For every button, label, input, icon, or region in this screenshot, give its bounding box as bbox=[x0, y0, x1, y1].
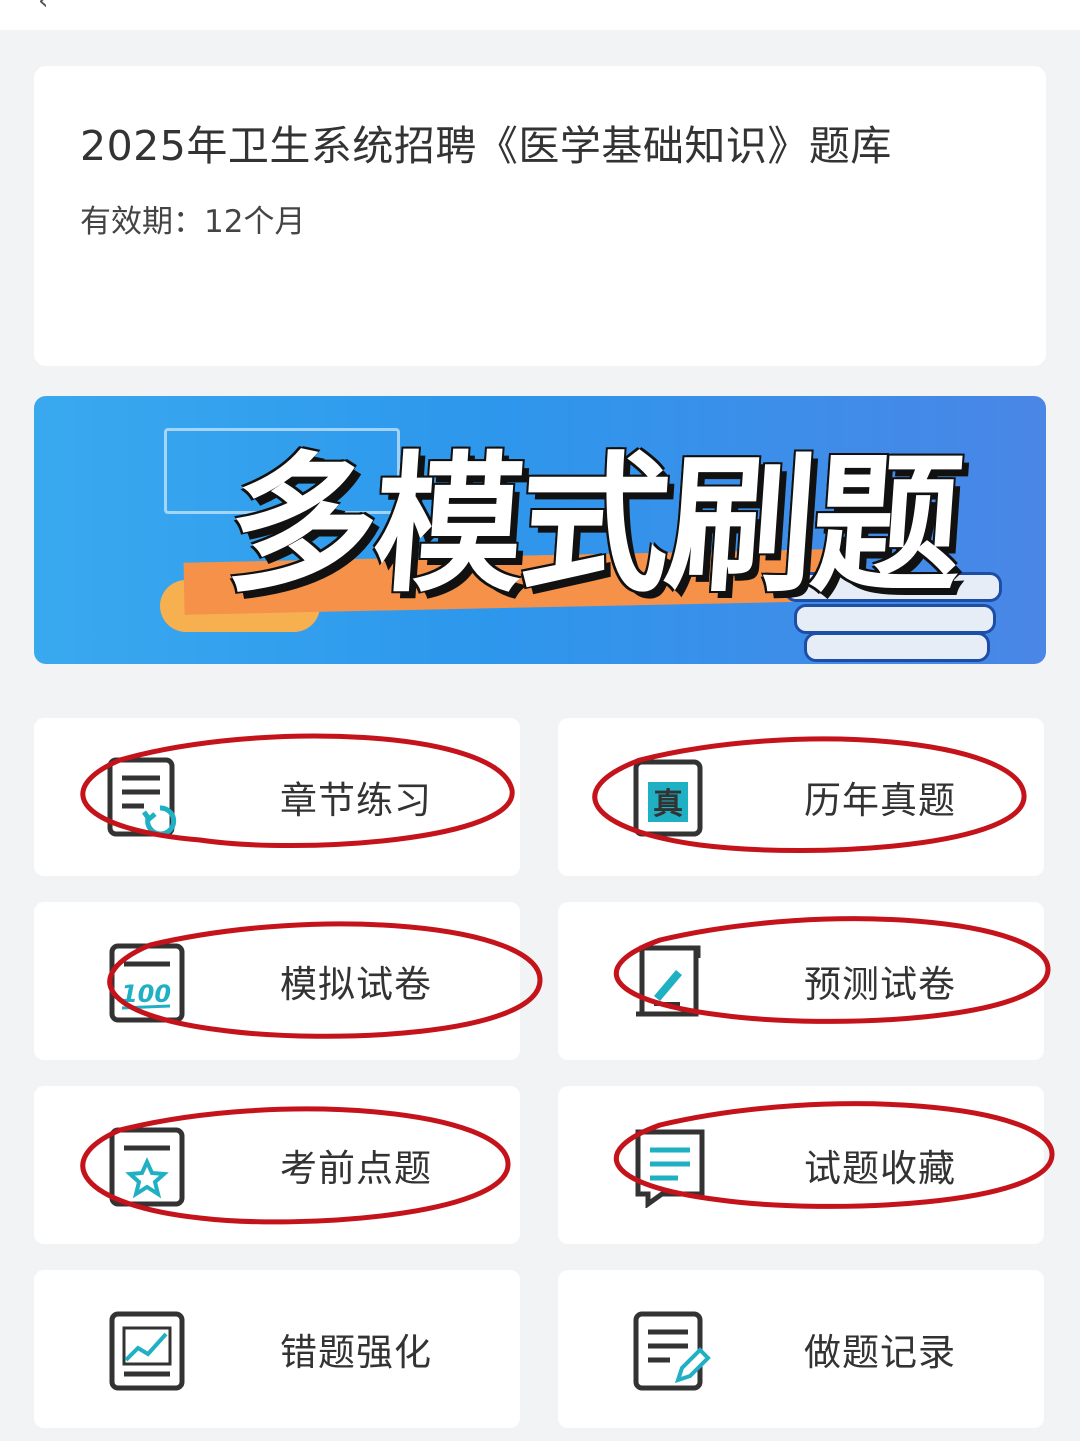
menu-item-label: 做题记录 bbox=[804, 1331, 956, 1374]
menu-item-label: 错题强化 bbox=[280, 1331, 432, 1374]
pre-exam-tips-icon bbox=[109, 1127, 185, 1207]
menu-item-chapter-practice[interactable]: 章节练习 bbox=[34, 718, 520, 876]
menu-item-label: 预测试卷 bbox=[804, 963, 956, 1006]
menu-item-practice-record[interactable]: 做题记录 bbox=[558, 1270, 1044, 1428]
product-title: 2025年卫生系统招聘《医学基础知识》题库 bbox=[80, 122, 892, 170]
validity-text: 有效期：12个月 bbox=[80, 204, 306, 240]
forecast-paper-icon bbox=[636, 945, 701, 1017]
menu-item-label: 试题收藏 bbox=[804, 1147, 956, 1190]
favorites-icon bbox=[635, 1129, 705, 1208]
svg-text:100: 100 bbox=[121, 980, 171, 1008]
svg-text:真: 真 bbox=[653, 787, 683, 822]
chapter-practice-icon bbox=[107, 757, 177, 837]
menu-item-label: 历年真题 bbox=[804, 779, 956, 822]
book-stack-icon bbox=[804, 632, 990, 662]
banner-headline: 多模式刷题 bbox=[221, 439, 965, 613]
menu-item-label: 章节练习 bbox=[280, 779, 432, 822]
menu-item-mock-paper[interactable]: 100 模拟试卷 bbox=[34, 902, 520, 1060]
top-bar: ‹ bbox=[0, 0, 1080, 30]
menu-item-label: 模拟试卷 bbox=[280, 963, 432, 1006]
mock-paper-icon: 100 bbox=[109, 943, 185, 1023]
practice-record-icon bbox=[633, 1311, 711, 1391]
promo-banner[interactable]: 多模式刷题 bbox=[34, 396, 1046, 664]
menu-item-favorites[interactable]: 试题收藏 bbox=[558, 1086, 1044, 1244]
menu-item-wrong-questions[interactable]: 错题强化 bbox=[34, 1270, 520, 1428]
wrong-questions-icon bbox=[109, 1311, 185, 1391]
menu-item-pre-exam-tips[interactable]: 考前点题 bbox=[34, 1086, 520, 1244]
product-info-card: 2025年卫生系统招聘《医学基础知识》题库 有效期：12个月 bbox=[34, 66, 1046, 366]
back-arrow-icon[interactable]: ‹ bbox=[38, 0, 48, 16]
past-exams-icon: 真 bbox=[633, 759, 703, 837]
menu-item-label: 考前点题 bbox=[280, 1147, 432, 1190]
menu-item-past-exams[interactable]: 真 历年真题 bbox=[558, 718, 1044, 876]
menu-item-forecast-paper[interactable]: 预测试卷 bbox=[558, 902, 1044, 1060]
